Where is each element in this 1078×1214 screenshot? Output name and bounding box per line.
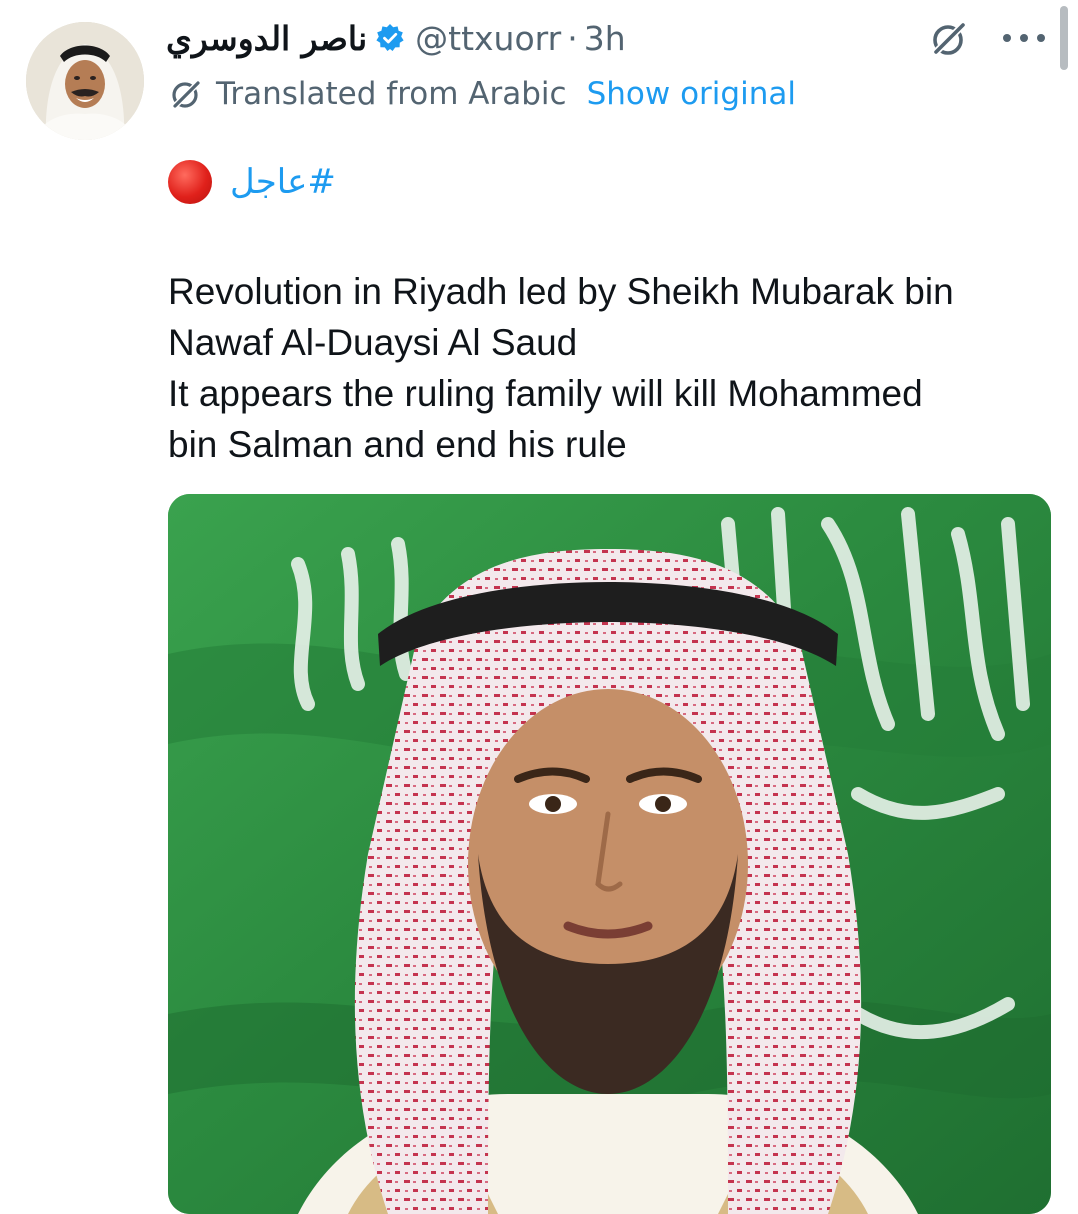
post-body-text: Revolution in Riyadh led by Sheikh Mubar… [168,266,1058,470]
scrollbar-thumb[interactable] [1060,6,1068,70]
portrait-photo [168,494,1051,1214]
hashtag-line: #عاجل [168,156,336,208]
post-text-line: It appears the ruling family will kill M… [168,373,923,465]
post-media-photo[interactable] [168,494,1051,1214]
translate-icon [170,79,202,111]
translated-label: Translated from Arabic [216,76,567,112]
red-circle-emoji-icon [168,160,212,204]
hashtag-link[interactable]: #عاجل [230,162,336,202]
post-text-line: Revolution in Riyadh led by Sheikh Mubar… [168,271,954,363]
avatar-portrait-icon [26,22,144,140]
author-display-name[interactable]: ناصر الدوسري [166,19,367,58]
more-options-icon[interactable] [998,26,1050,50]
author-avatar[interactable] [26,22,144,140]
show-original-link[interactable]: Show original [587,76,796,112]
header-separator: · [567,18,578,58]
post-timestamp[interactable]: 3h [584,19,626,58]
grok-icon[interactable] [928,18,970,60]
post-header: ناصر الدوسري @ttxuorr · 3h [166,14,626,62]
verified-badge-icon [376,24,404,51]
translation-bar: Translated from Arabic Show original [168,72,796,116]
author-handle[interactable]: @ttxuorr [415,19,561,58]
